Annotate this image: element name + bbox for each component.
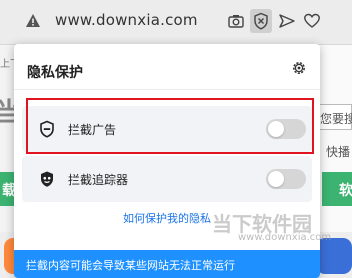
block-trackers-toggle[interactable] — [266, 169, 306, 189]
warning-icon[interactable] — [25, 13, 41, 29]
background-search-placeholder: 您要搜 — [320, 112, 352, 126]
block-trackers-row[interactable]: 拦截追踪器 — [22, 156, 312, 202]
address-bar: www.downxia.com — [0, 0, 352, 45]
warning-footer: 拦截内容可能会导致某些网站无法正常运行 — [14, 250, 320, 278]
panel-title: 隐私保护 — [27, 65, 83, 81]
block-ads-toggle[interactable] — [266, 119, 306, 139]
toggle-knob — [268, 121, 284, 137]
background-text: 快播 — [326, 145, 351, 159]
background-green-label: 软 — [339, 183, 352, 199]
heart-icon[interactable] — [303, 12, 321, 30]
shield-block-icon — [38, 120, 56, 138]
footer-text: 拦截内容可能会导致某些网站无法正常运行 — [26, 259, 235, 272]
camera-icon[interactable] — [227, 12, 245, 30]
block-ads-row[interactable]: 拦截广告 — [22, 106, 312, 152]
url-field[interactable]: www.downxia.com — [55, 11, 198, 29]
toggle-knob — [268, 171, 284, 187]
divider — [14, 89, 320, 90]
tracker-shield-icon — [38, 170, 56, 188]
app-icon — [316, 238, 352, 274]
block-trackers-label: 拦截追踪器 — [68, 173, 129, 187]
gear-icon[interactable] — [291, 60, 307, 76]
blocked-shield-icon[interactable] — [252, 12, 270, 30]
watermark-url: www.downxia.com — [238, 232, 332, 243]
send-icon[interactable] — [278, 12, 296, 30]
block-ads-label: 拦截广告 — [68, 123, 117, 137]
